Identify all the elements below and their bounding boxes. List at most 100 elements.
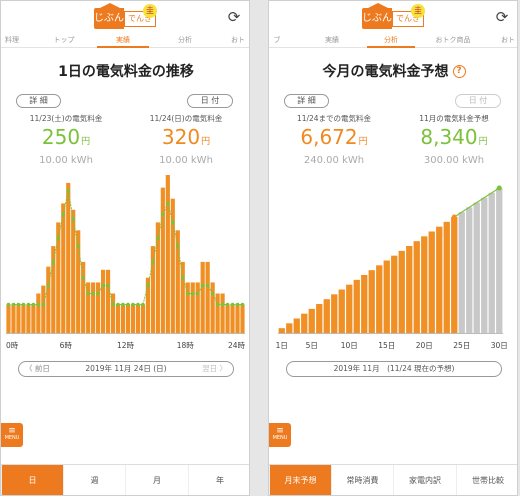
chart-bar xyxy=(66,182,71,333)
tab-results[interactable]: 実績 xyxy=(97,34,149,48)
chart-bar xyxy=(105,269,111,333)
previous-day-point xyxy=(96,291,100,296)
forecast-bar xyxy=(481,197,488,333)
previous-day-point xyxy=(121,302,125,307)
app-logo[interactable]: じぶん でんき 圭 xyxy=(94,3,157,29)
previous-day-point xyxy=(180,275,185,280)
previous-day-point xyxy=(136,302,140,307)
previous-day-point xyxy=(200,283,205,288)
refresh-icon[interactable]: ⟳ xyxy=(493,8,511,26)
x-tick-label: 18時 xyxy=(177,341,195,350)
actual-bar xyxy=(278,328,285,333)
chart-bar xyxy=(135,304,141,333)
previous-day-point xyxy=(81,275,85,280)
detail-button[interactable]: 詳 細 xyxy=(16,94,61,108)
previous-day-point xyxy=(141,302,145,307)
stat-value: 320 xyxy=(161,125,201,149)
stat-unit: 円 xyxy=(358,137,368,147)
month-label: 2019年 11月 (11/24 現在の予想) xyxy=(333,364,455,373)
tab-more[interactable]: おト xyxy=(497,34,517,48)
tab-standby-consumption[interactable]: 常時消費 xyxy=(331,465,393,495)
previous-day-point xyxy=(86,291,90,296)
daily-chart: 0時 6時 12時 18時 24時 xyxy=(6,175,245,350)
actual-bar xyxy=(406,246,413,333)
actual-bar xyxy=(421,236,428,333)
previous-day-point xyxy=(21,302,26,307)
tab-week[interactable]: 週 xyxy=(63,465,125,495)
tab-0[interactable]: ブ xyxy=(269,34,285,48)
tab-day[interactable]: 日 xyxy=(1,465,63,495)
tab-results[interactable]: 実績 xyxy=(307,34,357,48)
chart-bar xyxy=(11,304,16,333)
detail-button[interactable]: 詳 細 xyxy=(284,94,329,108)
stat-kwh: 10.00 kWh xyxy=(159,155,213,166)
tab-month-end-forecast[interactable]: 月末予想 xyxy=(269,465,331,495)
previous-day-point xyxy=(61,212,66,217)
chart-bar xyxy=(6,304,11,333)
tab-0[interactable]: 料理 xyxy=(1,34,23,48)
actual-bar xyxy=(436,226,443,333)
previous-day-point xyxy=(106,283,110,288)
date-button[interactable]: 日 付 xyxy=(187,94,233,108)
tab-deals[interactable]: おトク商品 xyxy=(427,34,479,48)
stat-to-date: 11/24までの電気料金 6,672円 240.00 kWh xyxy=(274,113,394,167)
tab-deals[interactable]: おト xyxy=(225,34,249,48)
tab-year[interactable]: 年 xyxy=(188,465,249,495)
next-day-button[interactable]: 翌日 〉 xyxy=(202,362,227,376)
actual-bar xyxy=(293,318,300,333)
menu-button[interactable]: ≡ MENU xyxy=(1,423,23,447)
chart-bar xyxy=(240,304,245,333)
chart-bar xyxy=(195,282,200,333)
chart-bar xyxy=(16,304,21,333)
logo-coin-icon: 圭 xyxy=(411,4,425,18)
actual-bar xyxy=(443,221,450,333)
daily-screen: じぶん でんき 圭 ⟳ 料理 トップ 実績 分析 おト 1日の電気料金の推移 詳… xyxy=(0,0,250,496)
tab-household-comparison[interactable]: 世帯比較 xyxy=(456,465,517,495)
stat-unit: 円 xyxy=(478,137,488,147)
menu-button[interactable]: ≡ MENU xyxy=(269,423,291,447)
chart-bar xyxy=(190,282,195,333)
date-button: 日 付 xyxy=(455,94,501,108)
previous-day-point xyxy=(131,302,135,307)
previous-day-point xyxy=(36,302,41,307)
actual-bar xyxy=(346,284,353,333)
previous-day-point xyxy=(71,217,76,222)
tab-analysis[interactable]: 分析 xyxy=(161,34,209,48)
x-tick-label: 5日 xyxy=(306,341,318,350)
chart-bar xyxy=(130,304,136,333)
tab-analysis[interactable]: 分析 xyxy=(367,34,415,48)
actual-bar xyxy=(376,265,383,333)
month-label-bar: 2019年 11月 (11/24 現在の予想) xyxy=(286,361,502,377)
page-title: 今月の電気料金予想? xyxy=(269,61,517,81)
tab-month[interactable]: 月 xyxy=(125,465,188,495)
tab-top[interactable]: トップ xyxy=(39,34,89,48)
previous-day-point xyxy=(16,302,21,307)
chart-bar xyxy=(235,304,240,333)
previous-day-point xyxy=(111,302,115,307)
stat-previous-day: 11/23(土)の電気料金 250円 10.00 kWh xyxy=(6,113,126,167)
stat-label: 11月の電気料金予想 xyxy=(419,114,489,123)
forecast-screen: じぶん でんき 圭 ⟳ ブ 実績 分析 おトク商品 おト 今月の電気料金予想? … xyxy=(268,0,518,496)
actual-bar xyxy=(451,217,458,333)
chart-bar xyxy=(120,304,126,333)
chart-bar xyxy=(150,246,155,333)
chart-bar xyxy=(36,293,41,333)
chart-bar xyxy=(230,304,235,333)
x-tick-label: 25日 xyxy=(453,341,470,350)
forecast-bar xyxy=(496,188,503,333)
chart-bar xyxy=(170,198,175,333)
previous-day-point xyxy=(51,260,56,264)
help-icon[interactable]: ? xyxy=(452,65,466,78)
previous-day-point xyxy=(230,302,235,307)
refresh-icon[interactable]: ⟳ xyxy=(225,8,243,26)
previous-day-point xyxy=(190,291,195,296)
chart-bar xyxy=(205,261,210,333)
tab-appliance-breakdown[interactable]: 家電内訳 xyxy=(393,465,456,495)
chart-bar xyxy=(200,261,205,333)
x-tick-label: 30日 xyxy=(491,341,508,350)
previous-day-point xyxy=(146,283,150,288)
stat-unit: 円 xyxy=(201,137,211,147)
today-point xyxy=(451,214,457,220)
app-logo[interactable]: じぶん でんき 圭 xyxy=(362,3,425,29)
stat-value: 250 xyxy=(41,125,81,149)
